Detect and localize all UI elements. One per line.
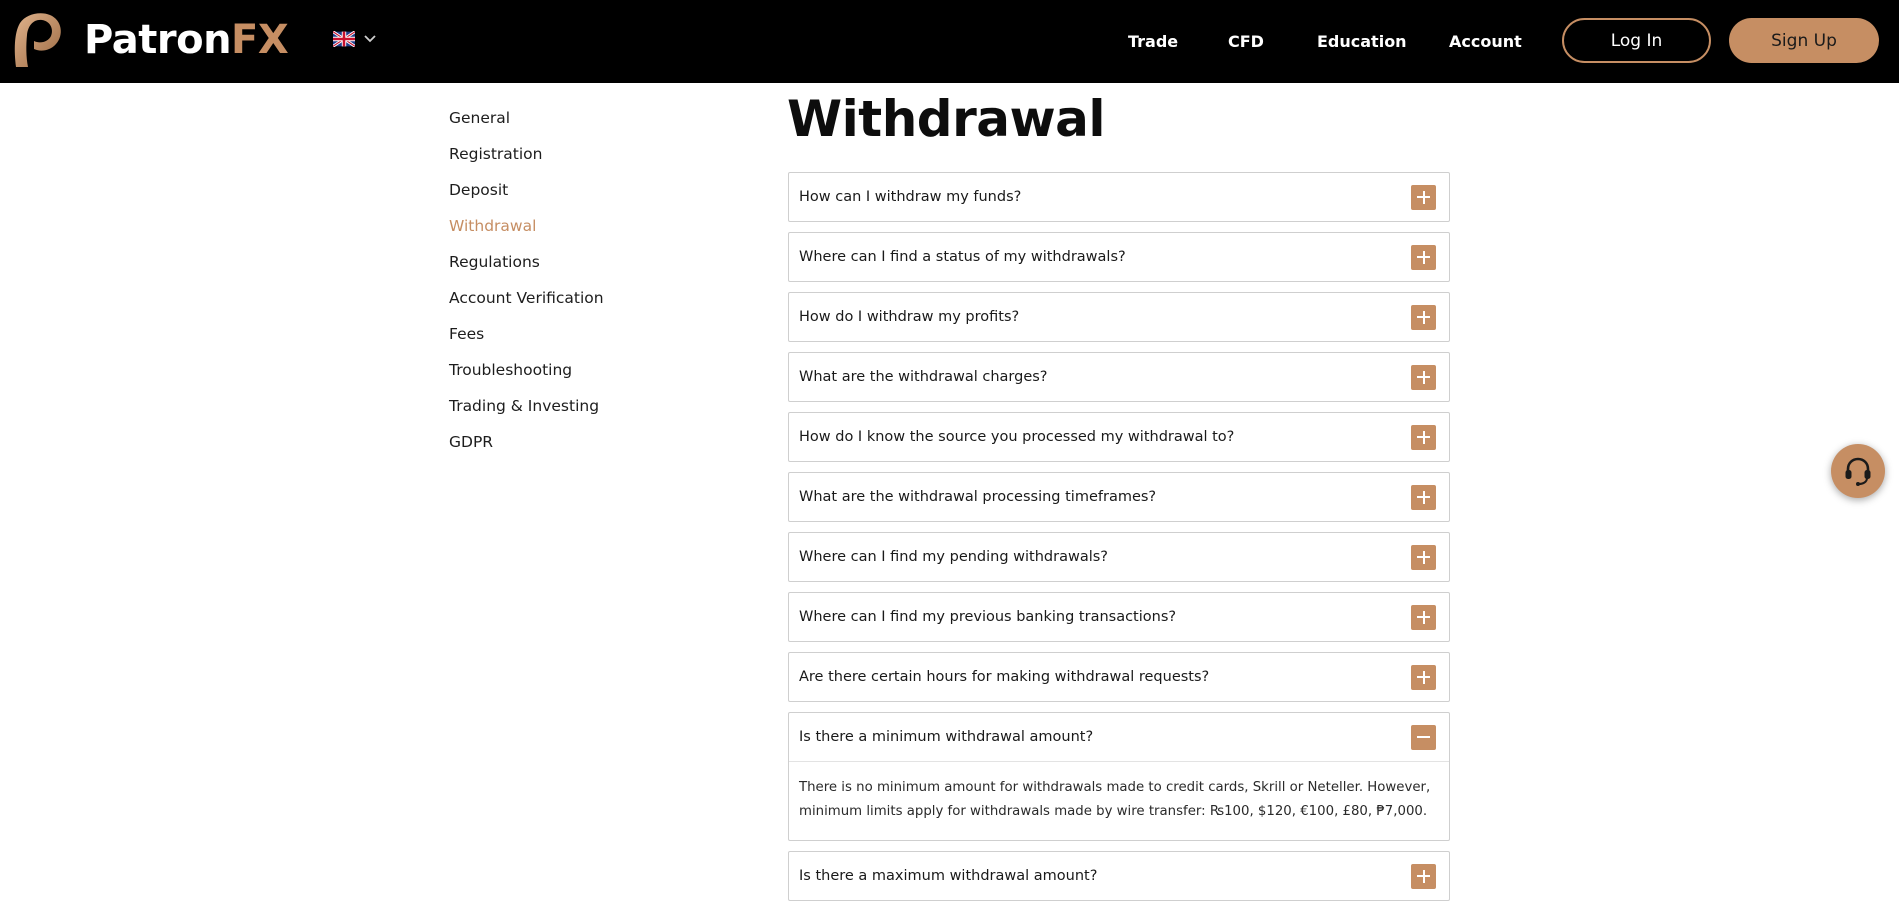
- expand-plus-icon[interactable]: [1411, 184, 1436, 210]
- faq-question-row[interactable]: How can I withdraw my funds?: [789, 173, 1449, 221]
- expand-plus-icon[interactable]: [1411, 424, 1436, 450]
- top-navigation-bar: PatronFX Trade CFD Education Account Log…: [0, 0, 1899, 83]
- faq-item: Is there a maximum withdrawal amount?: [788, 851, 1450, 901]
- sidebar-item-general[interactable]: General: [449, 100, 709, 136]
- logo-word-fx: FX: [231, 17, 289, 63]
- faq-question-row[interactable]: How do I withdraw my profits?: [789, 293, 1449, 341]
- faq-category-sidebar: General Registration Deposit Withdrawal …: [449, 100, 709, 460]
- expand-plus-icon[interactable]: [1411, 484, 1436, 510]
- faq-question-text: Where can I find my pending withdrawals?: [799, 549, 1109, 565]
- faq-question-text: How do I withdraw my profits?: [799, 309, 1020, 325]
- headset-icon: [1845, 457, 1871, 486]
- sidebar-item-withdrawal[interactable]: Withdrawal: [449, 208, 709, 244]
- expand-plus-icon[interactable]: [1411, 364, 1436, 390]
- faq-question-row[interactable]: What are the withdrawal processing timef…: [789, 473, 1449, 521]
- faq-item: How do I know the source you processed m…: [788, 412, 1450, 462]
- faq-question-text: Is there a minimum withdrawal amount?: [799, 729, 1094, 745]
- logo-word-patron: Patron: [84, 17, 232, 63]
- chevron-down-icon: [364, 35, 376, 43]
- faq-question-row[interactable]: Is there a maximum withdrawal amount?: [789, 852, 1449, 900]
- logo-wordmark: PatronFX: [84, 17, 289, 63]
- faq-item: How do I withdraw my profits?: [788, 292, 1450, 342]
- uk-flag-icon: [333, 31, 355, 47]
- faq-question-row[interactable]: Is there a minimum withdrawal amount?: [789, 713, 1449, 761]
- faq-answer-line: minimum limits apply for withdrawals mad…: [799, 804, 1428, 819]
- faq-question-text: Is there a maximum withdrawal amount?: [799, 868, 1098, 884]
- expand-plus-icon[interactable]: [1411, 863, 1436, 889]
- sidebar-item-gdpr[interactable]: GDPR: [449, 424, 709, 460]
- faq-answer: There is no minimum amount for withdrawa…: [789, 761, 1449, 840]
- faq-question-text: Where can I find a status of my withdraw…: [799, 249, 1126, 265]
- faq-question-text: Where can I find my previous banking tra…: [799, 609, 1177, 625]
- sidebar-item-registration[interactable]: Registration: [449, 136, 709, 172]
- sidebar-item-fees[interactable]: Fees: [449, 316, 709, 352]
- faq-accordion: How can I withdraw my funds? Where can I…: [788, 172, 1450, 902]
- signup-button[interactable]: Sign Up: [1729, 18, 1879, 63]
- patronfx-logo[interactable]: PatronFX: [10, 11, 289, 69]
- faq-item: Where can I find my previous banking tra…: [788, 592, 1450, 642]
- faq-question-text: What are the withdrawal charges?: [799, 369, 1048, 385]
- nav-account[interactable]: Account: [1449, 32, 1522, 51]
- expand-plus-icon[interactable]: [1411, 244, 1436, 270]
- sidebar-item-deposit[interactable]: Deposit: [449, 172, 709, 208]
- expand-plus-icon[interactable]: [1411, 304, 1436, 330]
- language-selector[interactable]: [333, 31, 377, 47]
- faq-question-row[interactable]: Are there certain hours for making withd…: [789, 653, 1449, 701]
- nav-trade[interactable]: Trade: [1128, 32, 1178, 51]
- patronfx-logo-mark-icon: [14, 13, 61, 67]
- faq-question-text: How do I know the source you processed m…: [799, 429, 1235, 445]
- faq-answer-line: There is no minimum amount for withdrawa…: [799, 780, 1431, 795]
- sidebar-item-account-verification[interactable]: Account Verification: [449, 280, 709, 316]
- faq-question-row[interactable]: What are the withdrawal charges?: [789, 353, 1449, 401]
- faq-question-row[interactable]: Where can I find my previous banking tra…: [789, 593, 1449, 641]
- page-title: Withdrawal: [787, 90, 1106, 148]
- faq-item: What are the withdrawal charges?: [788, 352, 1450, 402]
- faq-question-row[interactable]: How do I know the source you processed m…: [789, 413, 1449, 461]
- faq-item: What are the withdrawal processing timef…: [788, 472, 1450, 522]
- expand-plus-icon[interactable]: [1411, 604, 1436, 630]
- collapse-minus-icon[interactable]: [1411, 724, 1436, 750]
- faq-question-text: How can I withdraw my funds?: [799, 189, 1022, 205]
- faq-item: How can I withdraw my funds?: [788, 172, 1450, 222]
- faq-item: Where can I find my pending withdrawals?: [788, 532, 1450, 582]
- expand-plus-icon[interactable]: [1411, 664, 1436, 690]
- support-chat-button[interactable]: [1831, 444, 1885, 498]
- sidebar-item-regulations[interactable]: Regulations: [449, 244, 709, 280]
- nav-education[interactable]: Education: [1317, 32, 1407, 51]
- faq-item-expanded: Is there a minimum withdrawal amount? Th…: [788, 712, 1450, 841]
- faq-question-row[interactable]: Where can I find a status of my withdraw…: [789, 233, 1449, 281]
- faq-question-text: What are the withdrawal processing timef…: [799, 489, 1157, 505]
- faq-item: Where can I find a status of my withdraw…: [788, 232, 1450, 282]
- faq-question-row[interactable]: Where can I find my pending withdrawals?: [789, 533, 1449, 581]
- expand-plus-icon[interactable]: [1411, 544, 1436, 570]
- faq-question-text: Are there certain hours for making withd…: [799, 669, 1210, 685]
- sidebar-item-trading-investing[interactable]: Trading & Investing: [449, 388, 709, 424]
- sidebar-item-troubleshooting[interactable]: Troubleshooting: [449, 352, 709, 388]
- login-button[interactable]: Log In: [1562, 18, 1711, 63]
- nav-cfd[interactable]: CFD: [1228, 32, 1264, 51]
- faq-item: Are there certain hours for making withd…: [788, 652, 1450, 702]
